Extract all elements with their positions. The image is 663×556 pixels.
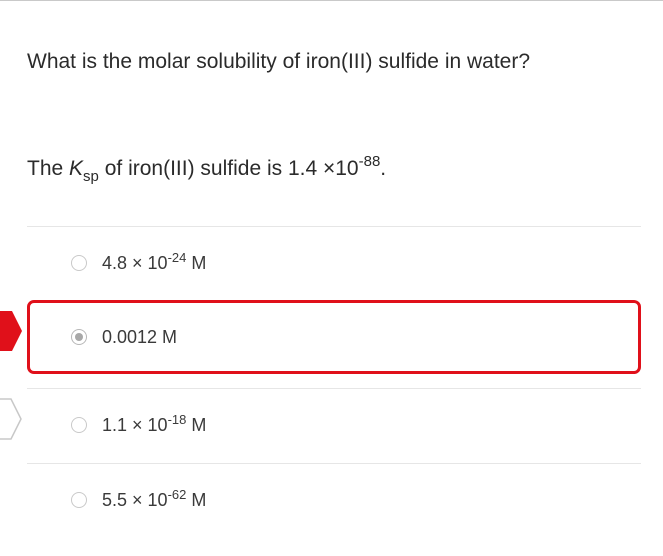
radio-button[interactable]: [71, 417, 87, 433]
option-unit: M: [186, 489, 207, 510]
ksp-prefix: The: [27, 157, 70, 180]
option-exponent: -24: [167, 249, 187, 265]
ksp-middle: of iron(III) sulfide is 1.4 ×10: [98, 157, 359, 180]
option-exponent: -62: [167, 486, 187, 502]
option-label: 1.1 × 10-18 M: [102, 411, 207, 436]
answer-option-1[interactable]: 4.8 × 10-24 M: [27, 226, 641, 300]
option-unit: M: [186, 252, 207, 273]
option-mantissa: 1.1 × 10: [102, 414, 168, 435]
answer-option-3[interactable]: 1.1 × 10-18 M: [27, 388, 641, 462]
option-mantissa: 4.8 × 10: [102, 252, 168, 273]
option-label: 5.5 × 10-62 M: [102, 486, 207, 511]
question-text: What is the molar solubility of iron(III…: [27, 50, 531, 73]
ksp-suffix: .: [380, 157, 387, 180]
option-unit: M: [186, 414, 207, 435]
ksp-statement: The Ksp of iron(III) sulfide is 1.4 ×10-…: [27, 154, 386, 184]
ksp-exponent: -88: [358, 153, 381, 170]
ksp-symbol: K: [69, 157, 84, 180]
option-exponent: -18: [167, 411, 187, 427]
radio-button[interactable]: [71, 492, 87, 508]
radio-button[interactable]: [71, 255, 87, 271]
radio-button-selected[interactable]: [71, 329, 87, 345]
correct-answer-marker-icon: [0, 398, 22, 440]
option-label: 0.0012 M: [102, 326, 178, 347]
ksp-subscript: sp: [83, 168, 99, 185]
option-label: 4.8 × 10-24 M: [102, 249, 207, 274]
incorrect-marker-icon: [0, 311, 22, 351]
answer-option-4[interactable]: 5.5 × 10-62 M: [27, 463, 641, 537]
answer-option-2[interactable]: 0.0012 M: [27, 300, 641, 374]
option-mantissa: 5.5 × 10: [102, 489, 168, 510]
top-divider: [0, 0, 663, 1]
